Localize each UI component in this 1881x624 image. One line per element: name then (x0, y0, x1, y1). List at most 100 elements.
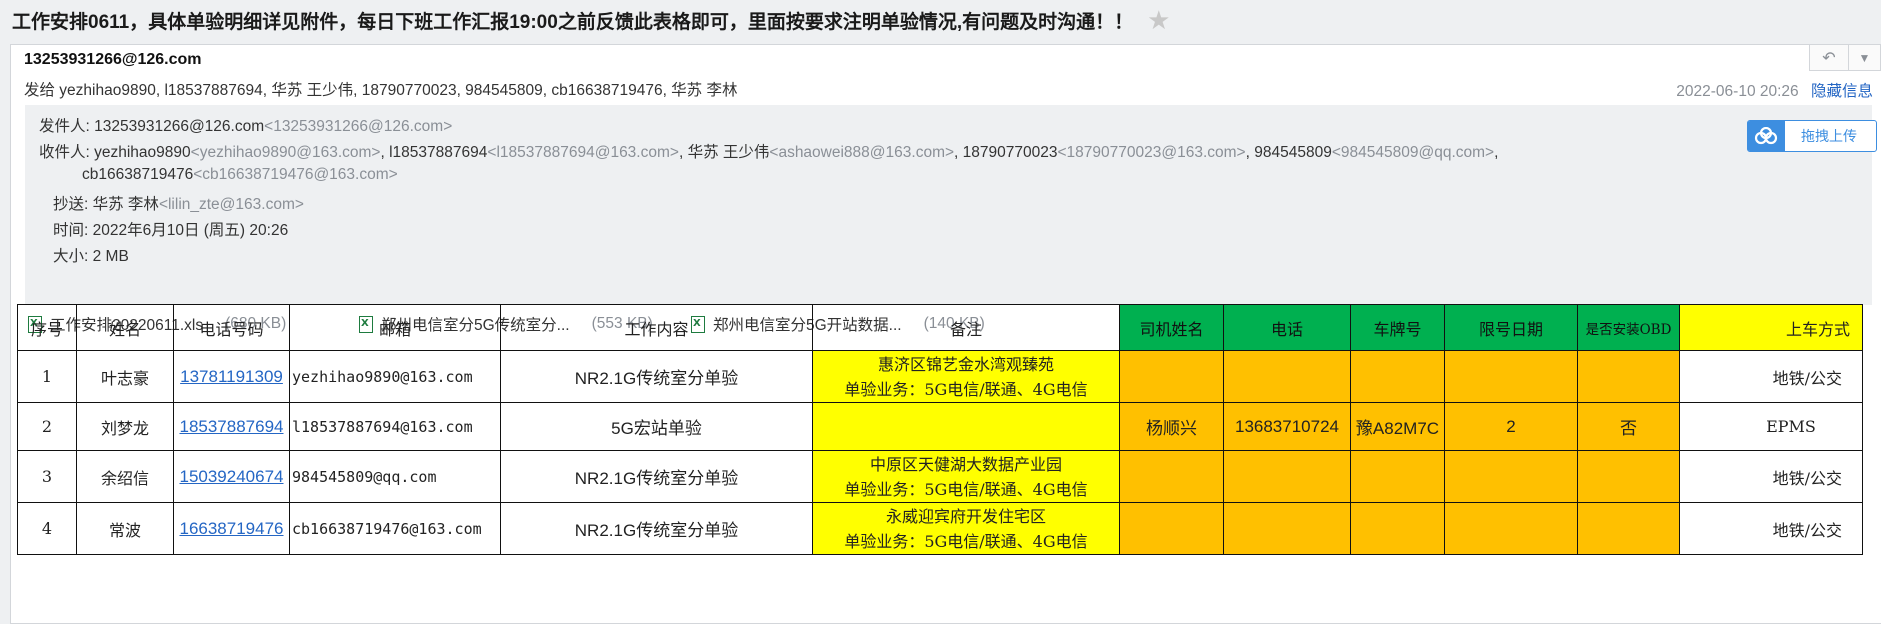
subject-bar: 工作安排0611，具体单验明细详见附件，每日下班工作汇报19:00之前反馈此表格… (0, 0, 1881, 40)
cc-row: 抄送: 华苏 李林<lilin_zte@163.com> (53, 192, 304, 214)
cell-limit-date: 2 (1444, 402, 1578, 451)
col-header-phone: 电话号码 (173, 304, 290, 351)
cell-work: NR2.1G传统室分单验 (500, 450, 813, 503)
recipient-name[interactable]: cb16638719476 (82, 166, 193, 183)
col-header-driver: 司机姓名 (1119, 304, 1224, 351)
cell-boarding: 地铁/公交 (1679, 350, 1863, 403)
cell-name: 叶志豪 (76, 350, 174, 403)
col-header-obd: 是否安装OBD (1577, 304, 1680, 351)
sender-address: <13253931266@126.com> (264, 118, 453, 135)
recipient-address: <yezhihao9890@163.com> (190, 144, 381, 161)
size-value: 2 MB (92, 248, 129, 265)
cell-work: NR2.1G传统室分单验 (500, 350, 813, 403)
cell-driver-phone (1223, 450, 1351, 503)
cell-no: 2 (17, 402, 77, 451)
recipient-address: <18790770023@163.com> (1057, 144, 1246, 161)
phone-link[interactable]: 18537887694 (179, 417, 283, 436)
cell-driver (1119, 450, 1224, 503)
recipients-summary: 发给 yezhihao9890, l18537887694, 华苏 王少伟, 1… (24, 82, 738, 99)
cell-driver-phone (1223, 502, 1351, 555)
cell-plate (1350, 450, 1445, 503)
sender-name[interactable]: 13253931266@126.com (94, 118, 264, 135)
phone-link[interactable]: 15039240674 (179, 467, 283, 486)
cell-boarding: 地铁/公交 (1679, 502, 1863, 555)
recipients-label: 收件人: (39, 144, 95, 161)
hide-info-link[interactable]: 隐藏信息 (1811, 83, 1873, 100)
col-header-note: 备注 (812, 304, 1120, 351)
recipient-address: <984545809@qq.com> (1331, 144, 1495, 161)
time-value: 2022年6月10日 (周五) 20:26 (92, 222, 289, 239)
col-header-name: 姓名 (76, 304, 174, 351)
cell-boarding: 地铁/公交 (1679, 450, 1863, 503)
col-header-no: 序号 (17, 304, 77, 351)
drag-upload-button[interactable]: 拖拽上传 (1747, 120, 1877, 152)
cell-obd (1577, 450, 1680, 503)
star-icon[interactable]: ★ (1147, 7, 1170, 33)
cell-no: 3 (17, 450, 77, 503)
mail-date: 2022-06-10 20:26 (1676, 83, 1799, 100)
cell-obd (1577, 350, 1680, 403)
recipient-name[interactable]: yezhihao9890 (94, 144, 191, 161)
cell-name: 余绍信 (76, 450, 174, 503)
cell-obd: 否 (1577, 402, 1680, 451)
date-line: 2022-06-10 20:26 隐藏信息 (1676, 79, 1873, 101)
work-schedule-table: 序号 姓名 电话号码 邮箱 工作内容 备注 司机姓名 电话 车牌号 限号日期 是… (17, 304, 1863, 555)
cell-no: 1 (17, 350, 77, 403)
recipient-name[interactable]: 华苏 王少伟 (688, 144, 770, 161)
cc-address: <lilin_zte@163.com> (158, 196, 304, 213)
col-header-driver-phone: 电话 (1223, 304, 1351, 351)
note-location: 惠济区锦艺金水湾观臻苑 (877, 354, 1054, 374)
dropdown-arrow-icon[interactable]: ▼ (1849, 45, 1881, 71)
table-row: 2 刘梦龙 18537887694 l18537887694@163.com 5… (17, 402, 1863, 451)
cell-work: 5G宏站单验 (500, 402, 813, 451)
cell-work: NR2.1G传统室分单验 (500, 502, 813, 555)
cc-label: 抄送: (53, 196, 93, 213)
note-business: 单验业务：5G电信/联通、4G电信 (844, 379, 1088, 399)
col-header-limit-date: 限号日期 (1444, 304, 1578, 351)
reply-icon[interactable]: ↶ (1809, 45, 1849, 71)
phone-link[interactable]: 16638719476 (179, 519, 283, 538)
cell-plate: 豫A82M7C (1350, 402, 1445, 451)
cell-driver: 杨顺兴 (1119, 402, 1224, 451)
phone-link[interactable]: 13781191309 (180, 367, 283, 386)
cell-email: 984545809@qq.com (289, 450, 501, 503)
note-location: 中原区天健湖大数据产业园 (869, 454, 1062, 474)
cell-email: l18537887694@163.com (289, 402, 501, 451)
size-row: 大小: 2 MB (53, 244, 129, 266)
recipients-row: 收件人: yezhihao9890<yezhihao9890@163.com>,… (39, 144, 1499, 161)
cell-name: 常波 (76, 502, 174, 555)
cell-email: yezhihao9890@163.com (289, 350, 501, 403)
col-header-work: 工作内容 (500, 304, 813, 351)
table-row: 4 常波 16638719476 cb16638719476@163.com N… (17, 502, 1863, 555)
cell-note: 中原区天健湖大数据产业园 单验业务：5G电信/联通、4G电信 (812, 450, 1120, 503)
recipient-address: <ashaowei888@163.com> (769, 144, 955, 161)
cell-no: 4 (17, 502, 77, 555)
cell-driver (1119, 502, 1224, 555)
table-row: 3 余绍信 15039240674 984545809@qq.com NR2.1… (17, 450, 1863, 503)
recipient-name[interactable]: 18790770023 (963, 144, 1058, 161)
cell-driver-phone (1223, 350, 1351, 403)
size-label: 大小: (53, 248, 93, 265)
mail-actions: ↶ ▼ (1809, 45, 1881, 71)
cell-plate (1350, 350, 1445, 403)
cell-note: 永威迎宾府开发住宅区 单验业务：5G电信/联通、4G电信 (812, 502, 1120, 555)
cell-boarding: EPMS (1679, 402, 1863, 451)
sender-display[interactable]: 13253931266@126.com (24, 51, 202, 69)
cloud-upload-icon (1747, 121, 1785, 151)
col-header-email: 邮箱 (289, 304, 501, 351)
upload-label: 拖拽上传 (1801, 128, 1857, 144)
table-row: 1 叶志豪 13781191309 yezhihao9890@163.com N… (17, 350, 1863, 403)
recipient-address: <l18537887694@163.com> (487, 144, 679, 161)
mail-subject: 工作安排0611，具体单验明细详见附件，每日下班工作汇报19:00之前反馈此表格… (12, 11, 1134, 33)
recipient-name[interactable]: l18537887694 (389, 144, 487, 161)
cell-limit-date (1444, 502, 1578, 555)
cell-note: 惠济区锦艺金水湾观臻苑单验业务：5G电信/联通、4G电信 (812, 350, 1120, 403)
detail-panel: 发件人: 13253931266@126.com<13253931266@126… (25, 105, 1877, 305)
cell-driver-phone: 13683710724 (1223, 402, 1351, 451)
cc-name[interactable]: 华苏 李林 (93, 196, 159, 213)
sender-label: 发件人: (39, 118, 95, 135)
recipient-name[interactable]: 984545809 (1254, 144, 1332, 161)
table-header-row: 序号 姓名 电话号码 邮箱 工作内容 备注 司机姓名 电话 车牌号 限号日期 是… (17, 304, 1863, 351)
time-row: 时间: 2022年6月10日 (周五) 20:26 (53, 218, 288, 240)
cell-obd (1577, 502, 1680, 555)
